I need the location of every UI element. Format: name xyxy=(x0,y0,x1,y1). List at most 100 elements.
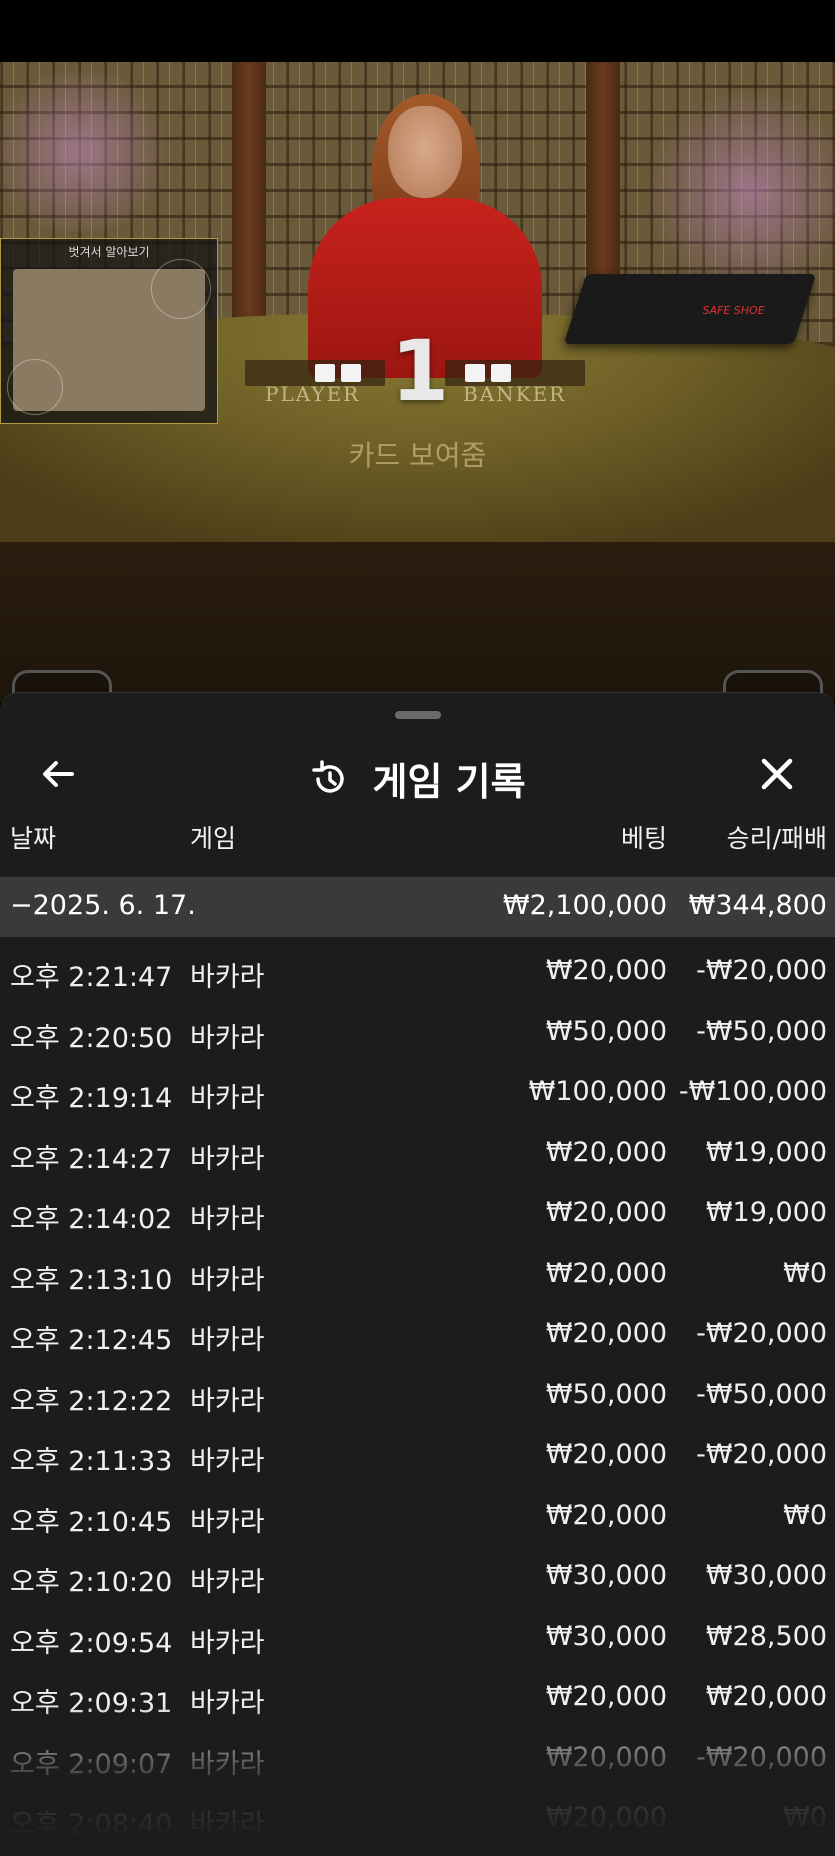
live-video-area[interactable]: SAFE SHOE PLAYER BANKER 1 카드 보여줌 벗겨서 알아보… xyxy=(0,62,835,702)
row-time: 오후 2:14:02 xyxy=(10,1204,173,1235)
row-game: 바카라 xyxy=(190,1688,265,1719)
sheet-title: 게임 기록 xyxy=(372,760,526,804)
row-bet: ₩50,000 xyxy=(545,1378,667,1410)
row-game: 바카라 xyxy=(190,1809,265,1840)
row-bet: ₩20,000 xyxy=(545,1499,667,1531)
row-result: -₩20,000 xyxy=(696,1439,827,1470)
row-game: 바카라 xyxy=(190,1204,265,1235)
column-header-date: 날짜 xyxy=(10,824,57,853)
row-result: -₩20,000 xyxy=(696,1318,827,1349)
history-row[interactable]: 오후 2:14:02 바카라 ₩20,000 ₩19,000 xyxy=(0,1183,835,1244)
column-header-result: 승리/패배 xyxy=(726,824,827,853)
history-row[interactable]: 오후 2:14:27 바카라 ₩20,000 ₩19,000 xyxy=(0,1123,835,1184)
row-time: 오후 2:09:07 xyxy=(10,1748,173,1780)
row-result: -₩50,000 xyxy=(696,1378,827,1410)
banker-label: BANKER xyxy=(463,382,567,406)
row-bet: ₩100,000 xyxy=(528,1076,667,1107)
date-group-row[interactable]: −2025. 6. 17. ₩2,100,000 ₩344,800 xyxy=(0,877,835,937)
decorative-ring xyxy=(7,359,63,415)
row-time: 오후 2:10:45 xyxy=(10,1506,173,1538)
card-shoe-label: SAFE SHOE xyxy=(702,304,765,317)
history-row[interactable]: 오후 2:12:22 바카라 ₩50,000 -₩50,000 xyxy=(0,1365,835,1426)
history-row[interactable]: 오후 2:09:54 바카라 ₩30,000 ₩28,500 xyxy=(0,1607,835,1668)
column-headers: 날짜 게임 베팅 승리/패배 xyxy=(0,819,835,869)
row-bet: ₩20,000 xyxy=(545,955,667,986)
history-row[interactable]: 오후 2:10:20 바카라 ₩30,000 ₩30,000 xyxy=(0,1546,835,1607)
row-game: 바카라 xyxy=(190,1083,265,1114)
row-game: 바카라 xyxy=(190,1385,265,1417)
history-row[interactable]: 오후 2:09:31 바카라 ₩20,000 ₩20,000 xyxy=(0,1667,835,1728)
row-time: 오후 2:10:20 xyxy=(10,1567,173,1598)
row-bet: ₩50,000 xyxy=(545,1015,667,1047)
row-time: 오후 2:09:54 xyxy=(10,1627,173,1659)
history-row[interactable]: 오후 2:13:10 바카라 ₩20,000 ₩0 xyxy=(0,1244,835,1305)
row-game: 바카라 xyxy=(190,1446,265,1477)
row-time: 오후 2:13:10 xyxy=(10,1264,173,1296)
row-game: 바카라 xyxy=(190,1748,265,1780)
history-row[interactable]: 오후 2:20:50 바카라 ₩50,000 -₩50,000 xyxy=(0,1002,835,1063)
row-bet: ₩20,000 xyxy=(545,1136,667,1168)
row-result: ₩20,000 xyxy=(705,1681,827,1712)
row-time: 오후 2:19:14 xyxy=(10,1083,173,1114)
row-result: ₩30,000 xyxy=(705,1560,827,1591)
row-game: 바카라 xyxy=(190,962,265,993)
row-time: 오후 2:20:50 xyxy=(10,1022,173,1054)
drag-handle[interactable] xyxy=(395,711,441,719)
row-game: 바카라 xyxy=(190,1143,265,1175)
row-time: 오후 2:09:31 xyxy=(10,1688,173,1719)
group-total-bet: ₩2,100,000 xyxy=(502,890,667,921)
history-row[interactable]: 오후 2:08:40 바카라 ₩20,000 ₩0 xyxy=(0,1788,835,1849)
row-game: 바카라 xyxy=(190,1264,265,1296)
row-bet: ₩20,000 xyxy=(545,1802,667,1833)
row-time: 오후 2:14:27 xyxy=(10,1143,173,1175)
row-result: ₩28,500 xyxy=(705,1620,827,1652)
game-phase-label: 카드 보여줌 xyxy=(348,439,487,472)
row-result: ₩19,000 xyxy=(705,1197,827,1228)
history-list: 오후 2:21:47 바카라 ₩20,000 -₩20,000 오후 2:20:50 바… xyxy=(0,941,835,1849)
row-bet: ₩20,000 xyxy=(545,1318,667,1349)
row-result: ₩0 xyxy=(783,1257,827,1289)
history-row[interactable]: 오후 2:10:45 바카라 ₩20,000 ₩0 xyxy=(0,1486,835,1547)
row-bet: ₩20,000 xyxy=(545,1741,667,1773)
close-x-icon xyxy=(761,758,793,790)
card-count-indicator: 1 xyxy=(390,322,450,420)
history-row[interactable]: 오후 2:21:47 바카라 ₩20,000 -₩20,000 xyxy=(0,941,835,1002)
card-shoe: SAFE SHOE xyxy=(563,274,817,344)
row-game: 바카라 xyxy=(190,1325,265,1356)
row-bet: ₩30,000 xyxy=(545,1560,667,1591)
row-time: 오후 2:21:47 xyxy=(10,962,173,993)
row-game: 바카라 xyxy=(190,1022,265,1054)
row-result: ₩19,000 xyxy=(705,1136,827,1168)
game-history-sheet: 게임 기록 날짜 게임 베팅 승리/패배 −2025. 6. 17. ₩2,10… xyxy=(0,692,835,1856)
row-result: -₩20,000 xyxy=(696,955,827,986)
row-bet: ₩20,000 xyxy=(545,1257,667,1289)
sheet-title-group: 게임 기록 xyxy=(0,751,835,806)
history-row[interactable]: 오후 2:12:45 바카라 ₩20,000 -₩20,000 xyxy=(0,1304,835,1365)
row-bet: ₩20,000 xyxy=(545,1197,667,1228)
row-game: 바카라 xyxy=(190,1627,265,1659)
sheet-header: 게임 기록 xyxy=(0,733,835,813)
row-bet: ₩20,000 xyxy=(545,1681,667,1712)
row-game: 바카라 xyxy=(190,1567,265,1598)
squeeze-preview-panel[interactable]: 벗겨서 알아보기 xyxy=(0,238,218,424)
group-date: −2025. 6. 17. xyxy=(10,890,196,921)
row-time: 오후 2:11:33 xyxy=(10,1446,173,1477)
player-label: PLAYER xyxy=(265,382,361,406)
column-header-bet: 베팅 xyxy=(620,824,667,853)
row-result: -₩20,000 xyxy=(696,1741,827,1773)
history-row[interactable]: 오후 2:09:07 바카라 ₩20,000 -₩20,000 xyxy=(0,1728,835,1789)
row-game: 바카라 xyxy=(190,1506,265,1538)
status-bar xyxy=(0,0,835,62)
history-row[interactable]: 오후 2:11:33 바카라 ₩20,000 -₩20,000 xyxy=(0,1425,835,1486)
history-clock-icon xyxy=(312,759,345,793)
row-time: 오후 2:12:45 xyxy=(10,1325,173,1356)
decorative-ring xyxy=(151,259,211,319)
row-time: 오후 2:08:40 xyxy=(10,1809,173,1840)
row-result: ₩0 xyxy=(783,1499,827,1531)
wooden-pillar xyxy=(232,62,266,332)
group-total-result: ₩344,800 xyxy=(688,890,827,921)
row-bet: ₩30,000 xyxy=(545,1620,667,1652)
close-button[interactable] xyxy=(752,749,802,799)
history-row[interactable]: 오후 2:19:14 바카라 ₩100,000 -₩100,000 xyxy=(0,1062,835,1123)
column-header-game: 게임 xyxy=(190,824,237,853)
